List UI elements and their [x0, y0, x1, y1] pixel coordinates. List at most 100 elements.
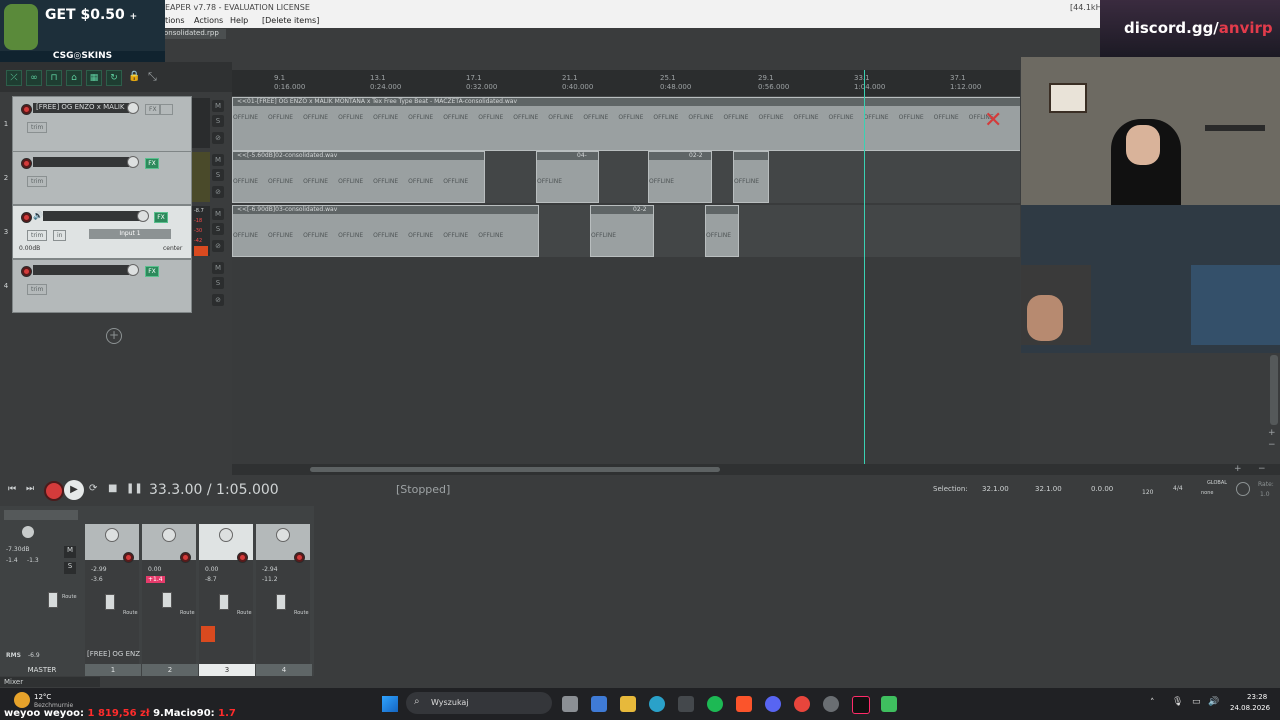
record-arm-button[interactable] — [123, 552, 134, 563]
route-button[interactable]: Route — [294, 610, 309, 616]
arrange-view[interactable]: <<01-[FREE] OG ENZO x MALIK MONTANA x Te… — [232, 96, 1020, 464]
brave-icon[interactable] — [736, 696, 752, 712]
tiktok-icon[interactable] — [852, 696, 870, 714]
grid-icon[interactable]: ▦ — [86, 70, 102, 86]
menu-item-options[interactable]: tions — [165, 16, 185, 25]
zoom-out-icon[interactable]: − — [1258, 464, 1266, 474]
master-label[interactable]: MASTER — [0, 664, 84, 676]
stop-button[interactable]: ■ — [108, 483, 117, 494]
channel-label-4[interactable]: 4 — [256, 664, 312, 676]
pause-button[interactable]: ❚❚ — [126, 483, 143, 494]
record-arm-button[interactable] — [21, 158, 32, 169]
solo-button[interactable]: S — [212, 169, 224, 181]
route-button[interactable]: Route — [180, 610, 195, 616]
channel-label-1[interactable]: 1 — [85, 664, 141, 676]
input-select[interactable]: Input 1 — [89, 229, 171, 239]
media-item[interactable]: <<01-[FREE] OG ENZO x MALIK MONTANA x Te… — [232, 97, 1020, 151]
tempo-value[interactable]: 120 — [1142, 489, 1153, 496]
strip-fader[interactable] — [276, 594, 286, 610]
clock-date[interactable]: 24.08.2026 — [1230, 704, 1270, 712]
volume-knob[interactable] — [137, 210, 149, 222]
mute-button[interactable]: M — [212, 262, 224, 274]
volume-knob[interactable] — [127, 264, 139, 276]
trim-button[interactable]: trim — [27, 176, 48, 187]
media-item[interactable]: OFFLINE — [705, 205, 739, 257]
volume-icon[interactable]: 🔊 — [1208, 697, 1219, 707]
menu-item-actions[interactable]: Actions — [194, 16, 223, 25]
record-arm-button[interactable] — [294, 552, 305, 563]
master-route-button[interactable]: Route — [62, 594, 77, 600]
media-item[interactable]: <<[-5.60dB]02-consolidated.wav OFFLINE OF… — [232, 151, 485, 203]
selection-length[interactable]: 0.0.00 — [1091, 485, 1113, 493]
track-4-header[interactable]: FX trim — [12, 259, 192, 313]
selection-start[interactable]: 32.1.00 — [982, 485, 1009, 493]
windows-start-icon[interactable] — [382, 696, 398, 712]
zoom-in-icon[interactable]: + — [1234, 464, 1242, 474]
weather-icon[interactable] — [14, 692, 30, 708]
microphone-icon[interactable]: 🎙 — [1172, 697, 1183, 707]
selection-end[interactable]: 32.1.00 — [1035, 485, 1062, 493]
fx-button[interactable]: FX — [145, 158, 159, 169]
timeline-ruler[interactable]: 9.1 0:16.000 13.1 0:24.000 17.1 0:32.000… — [232, 70, 1020, 96]
envelope-icon[interactable]: ⤡ — [148, 70, 162, 84]
media-item[interactable]: 02-2 OFFLINE — [590, 205, 654, 257]
menu-item-delete-items[interactable]: [Delete items] — [262, 16, 319, 25]
trim-button[interactable]: trim — [27, 284, 48, 295]
mixer-tab[interactable]: Mixer — [0, 677, 100, 687]
volume-knob[interactable] — [127, 156, 139, 168]
zoom-out-icon[interactable]: − — [1268, 440, 1276, 450]
lock-icon[interactable]: 🔒 — [128, 71, 140, 83]
strip-name[interactable]: [FREE] OG ENZ — [87, 650, 140, 658]
monitor-icon[interactable]: ▭ — [1192, 697, 1201, 707]
strip-fader[interactable] — [105, 594, 115, 610]
link-icon[interactable]: ∞ — [26, 70, 42, 86]
xbox-icon[interactable] — [678, 696, 694, 712]
store-icon[interactable] — [591, 696, 607, 712]
obs-icon[interactable] — [823, 696, 839, 712]
mute-button[interactable]: M — [212, 154, 224, 166]
route-button[interactable]: Route — [237, 610, 252, 616]
menu-item-help[interactable]: Help — [230, 16, 248, 25]
master-mute-button[interactable]: M — [64, 546, 76, 558]
master-fx-bar[interactable] — [4, 510, 78, 520]
mute-button[interactable]: M — [212, 208, 224, 220]
scroll-thumb[interactable] — [310, 467, 720, 472]
fx-button[interactable]: FX — [145, 266, 159, 277]
go-to-end-icon[interactable]: ⏭ — [26, 484, 34, 494]
strip-fader[interactable] — [162, 592, 172, 608]
record-button[interactable] — [44, 481, 64, 501]
volume-knob[interactable] — [127, 102, 139, 114]
media-item[interactable]: OFFLINE — [733, 151, 769, 203]
go-to-start-icon[interactable]: ⏮ — [8, 484, 16, 494]
phase-icon[interactable]: ⊘ — [212, 240, 224, 252]
monitor-icon[interactable]: 🔊 — [33, 211, 43, 220]
track-name[interactable] — [33, 265, 129, 275]
track-2-header[interactable]: FX trim — [12, 151, 192, 205]
input-monitor-button[interactable]: in — [53, 230, 67, 241]
record-arm-button[interactable] — [180, 552, 191, 563]
record-arm-button[interactable] — [21, 266, 32, 277]
channel-label-3[interactable]: 3 — [199, 664, 255, 676]
snap-icon[interactable]: ⊓ — [46, 70, 62, 86]
spotify-icon[interactable] — [707, 696, 723, 712]
fx-bypass-button[interactable] — [159, 104, 173, 115]
vertical-scrollbar[interactable] — [1270, 355, 1278, 425]
taskbar-search-box[interactable]: ⌕ Wyszukaj — [406, 692, 552, 714]
edge-icon[interactable] — [649, 696, 665, 712]
solo-button[interactable]: S — [212, 223, 224, 235]
media-item[interactable]: 04- OFFLINE — [536, 151, 599, 203]
play-button[interactable]: ▶ — [64, 480, 84, 500]
playrate-knob[interactable] — [1236, 482, 1250, 496]
discord-icon[interactable] — [765, 696, 781, 712]
pan-knob[interactable] — [162, 528, 176, 542]
horizontal-scrollbar[interactable]: + − — [232, 464, 1280, 475]
loop-icon[interactable]: ⟳ — [89, 483, 97, 494]
map-pin-icon[interactable] — [881, 696, 897, 712]
media-item[interactable]: 02-2 OFFLINE — [648, 151, 712, 203]
automation-mode[interactable]: none — [1201, 490, 1213, 496]
solo-button[interactable]: S — [212, 277, 224, 289]
task-view-icon[interactable] — [562, 696, 578, 712]
add-track-icon[interactable]: + — [106, 328, 122, 344]
track-3-header[interactable]: 🔊 FX trim in Input 1 0.00dB center — [12, 205, 192, 259]
media-item[interactable]: <<[-6.90dB]03-consolidated.wav OFFLINE OF… — [232, 205, 539, 257]
